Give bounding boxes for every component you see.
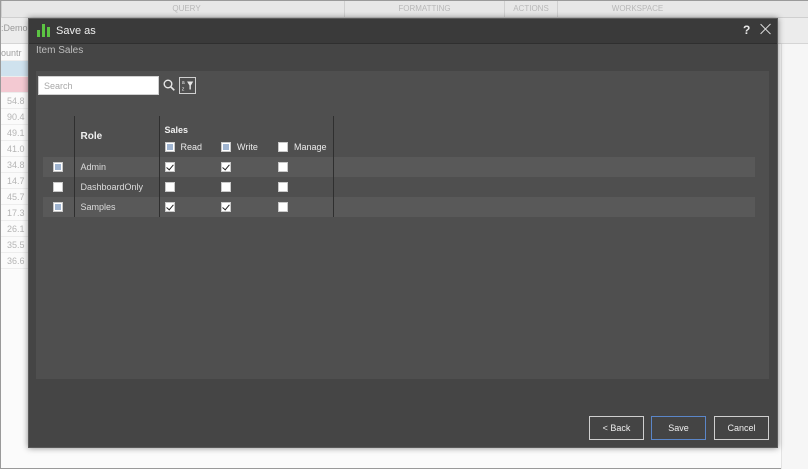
background-title: :Demo: [1, 23, 28, 33]
grid-row: 90.4: [1, 109, 29, 125]
read-column-header: Read: [159, 136, 216, 157]
manage-checkbox[interactable]: [278, 201, 288, 212]
help-icon[interactable]: ?: [743, 23, 750, 37]
read-checkbox[interactable]: [164, 161, 175, 172]
menu-query: QUERY: [1, 1, 371, 17]
search-icon[interactable]: [163, 79, 175, 91]
grid-row: 14.7: [1, 173, 29, 189]
write-all-checkbox[interactable]: [221, 141, 231, 152]
read-checkbox[interactable]: [164, 201, 175, 212]
select-column-header: [43, 116, 74, 157]
grid-row: 45.7: [1, 189, 29, 205]
role-name: Admin: [73, 157, 160, 177]
background-grid: ountr 54.8 90.4 49.1 41.0 34.8 14.7 45.7…: [1, 45, 29, 269]
row-select-checkbox[interactable]: [53, 181, 64, 192]
grid-row-highlight: [1, 61, 29, 77]
write-checkbox[interactable]: [221, 161, 231, 172]
dialog-title: Save as: [56, 25, 96, 37]
search-input[interactable]: [38, 76, 159, 95]
table-row: DashboardOnly: [43, 177, 755, 197]
roles-table: Role Sales Read Write Manage Admin Dashb…: [43, 116, 755, 217]
role-column-header: Role: [73, 116, 160, 157]
grid-row: 26.1: [1, 221, 29, 237]
manage-checkbox[interactable]: [278, 161, 288, 172]
close-icon[interactable]: [759, 22, 773, 36]
role-name: DashboardOnly: [73, 177, 160, 197]
write-label: Write: [237, 141, 258, 152]
svg-text:a: a: [182, 80, 185, 86]
role-name: Samples: [73, 197, 160, 217]
grid-row: 36.6: [1, 253, 29, 269]
grid-header: ountr: [1, 45, 29, 61]
dialog-subtitle: Item Sales: [36, 45, 84, 56]
write-checkbox[interactable]: [221, 181, 231, 192]
sort-filter-icon[interactable]: a z: [179, 77, 196, 94]
dialog-header: Save as ?: [29, 19, 777, 44]
grid-row: 54.8: [1, 93, 29, 109]
write-checkbox[interactable]: [221, 201, 231, 212]
row-select-checkbox[interactable]: [53, 161, 64, 172]
sales-group-header: Sales: [159, 116, 334, 136]
write-column-header: Write: [216, 136, 273, 157]
menu-workspace: WORKSPACE: [557, 1, 717, 17]
grid-row: 17.3: [1, 205, 29, 221]
grid-row: 49.1: [1, 125, 29, 141]
permissions-panel: a z Role Sales Read Write Manage: [36, 71, 769, 379]
read-label: Read: [180, 141, 203, 152]
table-row: Samples: [43, 197, 755, 217]
grid-row: 41.0: [1, 141, 29, 157]
row-select-checkbox[interactable]: [53, 201, 64, 212]
grid-row: 34.8: [1, 157, 29, 173]
menu-formatting: FORMATTING: [344, 1, 504, 17]
read-all-checkbox[interactable]: [164, 141, 175, 152]
back-button[interactable]: < Back: [589, 416, 644, 440]
save-as-dialog: Save as ? Item Sales a z Role Sales Read: [28, 18, 778, 448]
grid-row-highlight: [1, 77, 29, 93]
background-menubar: QUERY FORMATTING ACTIONS WORKSPACE: [1, 1, 808, 18]
background-right-panel: [781, 44, 808, 469]
grid-row: 35.5: [1, 237, 29, 253]
svg-text:z: z: [182, 86, 185, 92]
manage-column-header: Manage: [273, 136, 334, 157]
table-row: Admin: [43, 157, 755, 177]
save-button[interactable]: Save: [651, 416, 706, 440]
manage-label: Manage: [294, 141, 327, 152]
manage-checkbox[interactable]: [278, 181, 288, 192]
manage-all-checkbox[interactable]: [278, 141, 288, 152]
chart-logo-icon: [37, 24, 51, 37]
cancel-button[interactable]: Cancel: [714, 416, 769, 440]
menu-actions: ACTIONS: [504, 1, 557, 17]
read-checkbox[interactable]: [164, 181, 175, 192]
